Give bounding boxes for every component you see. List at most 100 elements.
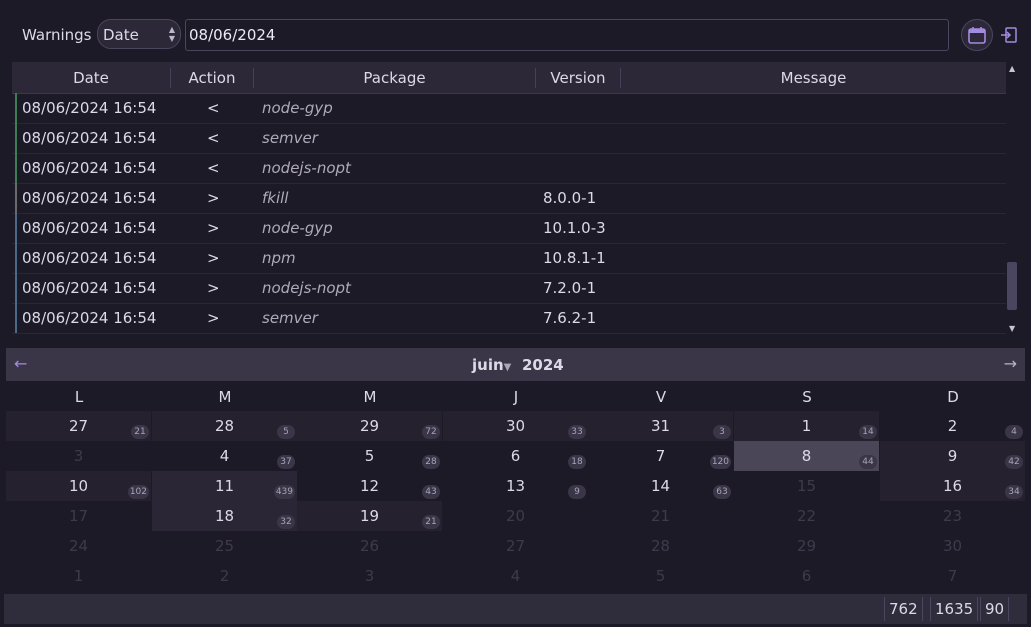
date-input[interactable] [185,19,949,51]
calendar-day[interactable]: 29 72 [297,411,442,441]
column-header-message[interactable]: Message [621,69,1006,87]
calendar-day[interactable]: 17 [6,501,151,531]
cell-action: < [207,159,220,177]
month-selector[interactable]: juin▼ [472,356,511,374]
day-count-badge: 5 [277,425,295,439]
calendar-day[interactable]: 9 42 [880,441,1025,471]
cell-package: semver [262,309,318,327]
calendar-day[interactable]: 2 [152,561,297,591]
calendar-day[interactable]: 28 [588,531,733,561]
calendar-day[interactable]: 30 33 [443,411,588,441]
weekday-header: M [218,388,232,406]
calendar-day[interactable]: 24 [880,411,1025,441]
column-header-package[interactable]: Package [254,69,535,87]
table-row[interactable]: 08/06/2024 16:54 > npm 10.8.1-1 [12,243,1006,274]
calendar-day[interactable]: 3 [297,561,442,591]
day-number: 30 [505,417,526,435]
calendar-day[interactable]: 5 [588,561,733,591]
next-month-arrow-icon[interactable]: → [1004,354,1017,373]
cell-date: 08/06/2024 16:54 [22,129,157,147]
calendar-day[interactable]: 20 [443,501,588,531]
calendar-day[interactable]: 4 [443,561,588,591]
prev-month-arrow-icon[interactable]: ← [14,354,27,373]
calendar-day[interactable]: 7 [880,561,1025,591]
calendar-day[interactable]: 28 5 [152,411,297,441]
column-header-date[interactable]: Date [12,69,170,87]
calendar-day[interactable]: 26 [297,531,442,561]
day-count-badge: 3 [713,425,731,439]
calendar-day[interactable]: 22 [734,501,879,531]
table-row[interactable]: 08/06/2024 16:54 > fkill 8.0.0-1 [12,183,1006,214]
calendar-day[interactable]: 6 [734,561,879,591]
day-number: 3 [73,447,84,465]
day-number: 5 [364,447,375,465]
scroll-down-arrow-icon[interactable]: ▼ [1009,324,1015,333]
cell-date: 08/06/2024 16:54 [22,99,157,117]
calendar-day[interactable]: 11 439 [152,471,297,501]
calendar-day[interactable]: 16 34 [880,471,1025,501]
calendar-day[interactable]: 29 [734,531,879,561]
calendar-day[interactable]: 23 [880,501,1025,531]
table-scrollbar[interactable]: ▲ ▼ [1006,62,1018,336]
filter-type-combo[interactable]: Date ▲ ▼ [97,19,181,49]
table-row[interactable]: 08/06/2024 16:54 > semver 7.6.2-1 [12,303,1006,334]
calendar-day[interactable]: 25 [152,531,297,561]
day-count-badge: 18 [568,455,586,469]
day-number: 22 [796,507,817,525]
cell-package: semver [262,129,318,147]
day-number: 31 [650,417,671,435]
calendar-day[interactable]: 14 63 [588,471,733,501]
day-number: 4 [510,567,521,585]
day-number: 1 [801,417,812,435]
calendar-day[interactable]: 7 120 [588,441,733,471]
column-header-version[interactable]: Version [536,69,620,87]
cell-action: > [207,249,220,267]
calendar-day[interactable]: 6 18 [443,441,588,471]
calendar-day[interactable]: 15 [734,471,879,501]
day-count-badge: 72 [422,425,440,439]
calendar-button[interactable] [961,19,993,51]
calendar-day[interactable]: 8 44 [734,441,879,471]
table-row[interactable]: 08/06/2024 16:54 > node-gyp 10.1.0-3 [12,213,1006,244]
calendar-day[interactable]: 18 32 [152,501,297,531]
calendar-day[interactable]: 19 21 [297,501,442,531]
day-number: 13 [505,477,526,495]
weekday-header: M [363,388,377,406]
logout-icon[interactable] [1000,26,1018,44]
table-row[interactable]: 08/06/2024 16:54 > nodejs-nopt 7.2.0-1 [12,273,1006,304]
scroll-up-arrow-icon[interactable]: ▲ [1009,64,1015,73]
cell-package: nodejs-nopt [262,159,351,177]
calendar-day[interactable]: 1 [6,561,151,591]
calendar-day[interactable]: 24 [6,531,151,561]
calendar-day[interactable]: 5 28 [297,441,442,471]
day-count-badge: 44 [859,455,877,469]
calendar-day[interactable]: 27 [443,531,588,561]
calendar-day[interactable]: 12 43 [297,471,442,501]
row-status-marker [15,213,17,243]
row-status-marker [15,243,17,273]
day-number: 29 [359,417,380,435]
table-row[interactable]: 08/06/2024 16:54 < node-gyp [12,93,1006,124]
calendar-day[interactable]: 10 102 [6,471,151,501]
calendar-day[interactable]: 13 9 [443,471,588,501]
table-row[interactable]: 08/06/2024 16:54 < semver [12,123,1006,154]
day-count-badge: 102 [127,485,149,499]
year-label[interactable]: 2024 [522,356,564,374]
calendar-day[interactable]: 21 [588,501,733,531]
spin-arrows-icon[interactable]: ▲ ▼ [169,25,175,43]
day-count-badge: 14 [859,425,877,439]
column-header-action[interactable]: Action [171,69,253,87]
cell-action: < [207,99,220,117]
cell-date: 08/06/2024 16:54 [22,309,157,327]
scroll-thumb[interactable] [1007,262,1017,310]
calendar-day[interactable]: 4 37 [152,441,297,471]
day-number: 6 [510,447,521,465]
cell-date: 08/06/2024 16:54 [22,249,157,267]
calendar-day[interactable]: 27 21 [6,411,151,441]
calendar-day[interactable]: 31 3 [588,411,733,441]
table-row[interactable]: 08/06/2024 16:54 < nodejs-nopt [12,153,1006,184]
cell-version: 7.2.0-1 [543,279,597,297]
calendar-day[interactable]: 3 [6,441,151,471]
calendar-day[interactable]: 30 [880,531,1025,561]
calendar-day[interactable]: 1 14 [734,411,879,441]
